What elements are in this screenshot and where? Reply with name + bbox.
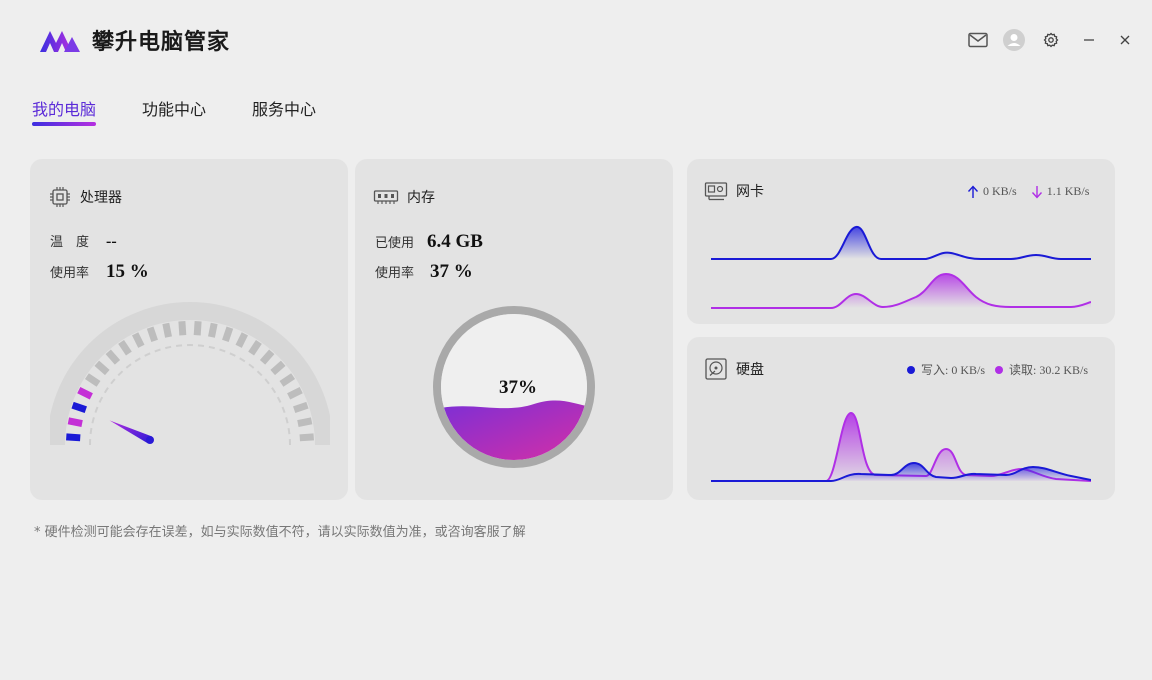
account-button[interactable]: [1002, 28, 1026, 52]
cpu-usage-gauge: [50, 302, 330, 446]
gauge-needle-hub: [146, 436, 154, 444]
gauge-tick: [162, 322, 172, 338]
gauge-tick: [105, 349, 121, 365]
upload-arrow-icon: [967, 184, 979, 198]
network-traffic-chart: [711, 226, 1091, 309]
hard-disk-icon: [705, 358, 727, 380]
avatar-icon: [1003, 29, 1025, 51]
cpu-temp-value: --: [106, 233, 117, 250]
gauge-needle: [109, 420, 152, 444]
gauge-tick: [248, 339, 262, 356]
gauge-tick: [287, 387, 303, 400]
cpu-icon: [50, 187, 70, 207]
gauge-tick: [279, 373, 296, 387]
memory-usage-gauge: 37%: [433, 306, 595, 468]
close-icon: [1120, 35, 1130, 45]
gauge-tick-active: [66, 433, 81, 442]
gauge-tick: [94, 360, 110, 376]
cpu-usage-label: 使用率: [50, 266, 90, 281]
network-title-label: 网卡: [736, 184, 764, 200]
memory-gauge-text: 37%: [499, 377, 537, 398]
mail-icon: [968, 32, 988, 48]
minimize-icon: [1084, 39, 1094, 41]
tab-service-center[interactable]: 服务中心: [252, 96, 316, 126]
network-card: 网卡 0 KB/s 1.1 KB/s: [687, 159, 1115, 324]
gauge-tick-active: [67, 417, 83, 427]
cpu-temp-row: 温 度 --: [50, 231, 117, 251]
memory-used-value: 6.4 GB: [427, 231, 483, 252]
cpu-title: 处理器: [48, 185, 122, 209]
cpu-usage-row: 使用率 15 %: [50, 261, 149, 283]
app-title: 攀升电脑管家: [92, 30, 231, 55]
memory-title: 内存: [373, 187, 435, 207]
cpu-temp-label: 温 度: [50, 235, 90, 250]
memory-usage-row: 使用率 37 %: [375, 261, 473, 283]
write-legend-dot: [907, 365, 915, 374]
gauge-tick: [84, 373, 101, 387]
gauge-tick-active: [77, 387, 93, 400]
disclaimer-note: * 硬件检测可能会存在误差，如与实际数值不符，请以实际数值为准，或咨询客服了解: [34, 525, 526, 540]
close-button[interactable]: [1113, 28, 1137, 52]
logo-icon: [40, 31, 80, 52]
disk-card: 硬盘 写入: 0 KB/s 读取: 30.2 KB/s: [687, 337, 1115, 500]
gauge-tick: [146, 326, 158, 342]
gauge-tick: [222, 326, 234, 342]
disk-title-label: 硬盘: [736, 362, 764, 378]
disk-write-value: 写入: 0 KB/s: [921, 363, 986, 377]
cpu-usage-value: 15 %: [106, 261, 149, 282]
gauge-tick: [118, 339, 132, 356]
download-arrow-icon: [1031, 185, 1042, 199]
disk-title: 硬盘: [704, 357, 764, 381]
gauge-tick: [293, 401, 309, 413]
disk-read-value: 读取: 30.2 KB/s: [1009, 363, 1089, 377]
gauge-tick: [235, 332, 248, 348]
gauge-tick: [208, 322, 218, 338]
gauge-tick: [299, 433, 314, 442]
network-speed-legend: 0 KB/s 1.1 KB/s: [967, 184, 1089, 199]
upload-speed-value: 0 KB/s: [983, 184, 1017, 198]
disk-read: 读取: 30.2 KB/s: [995, 361, 1088, 378]
download-speed: 1.1 KB/s: [1031, 184, 1090, 199]
disk-write: 写入: 0 KB/s: [907, 361, 985, 378]
disk-activity-chart: [711, 411, 1091, 482]
network-title: 网卡: [704, 181, 764, 201]
main-tabs: 我的电脑 功能中心 服务中心: [32, 96, 362, 126]
gauge-tick: [297, 417, 313, 427]
memory-usage-label: 使用率: [375, 266, 415, 281]
memory-gauge-fill: [441, 400, 587, 460]
upload-line: [711, 226, 1091, 260]
memory-used-label: 已使用: [375, 236, 415, 251]
network-card-icon: [704, 182, 728, 201]
gauge-tick: [193, 321, 202, 336]
read-legend-dot: [995, 365, 1004, 374]
memory-title-label: 内存: [407, 190, 435, 206]
app-logo: 攀升电脑管家: [38, 24, 230, 56]
gear-icon: [1043, 32, 1059, 48]
gauge-tick: [270, 360, 286, 376]
gauge-track: [50, 302, 330, 446]
tab-function-center[interactable]: 功能中心: [142, 96, 206, 126]
gauge-tick-active: [71, 401, 87, 413]
minimize-button[interactable]: [1077, 28, 1101, 52]
memory-card: 内存 已使用 6.4 GB 使用率 37 % 37%: [355, 159, 673, 500]
settings-button[interactable]: [1039, 28, 1063, 52]
write-area: [711, 463, 1091, 481]
memory-used-row: 已使用 6.4 GB: [375, 231, 483, 253]
memory-usage-value: 37 %: [430, 261, 473, 282]
cpu-title-label: 处理器: [80, 190, 122, 206]
upload-speed: 0 KB/s: [967, 184, 1017, 199]
gauge-tick: [178, 321, 187, 336]
tab-my-computer[interactable]: 我的电脑: [32, 96, 97, 126]
mail-button[interactable]: [966, 28, 990, 52]
gauge-tick: [259, 349, 275, 365]
cpu-card: 处理器 温 度 -- 使用率 15 %: [30, 159, 348, 500]
gauge-tick: [132, 332, 145, 348]
memory-icon: [373, 190, 399, 204]
download-speed-value: 1.1 KB/s: [1046, 184, 1090, 198]
disk-speed-legend: 写入: 0 KB/s 读取: 30.2 KB/s: [907, 361, 1088, 378]
download-line: [711, 272, 1091, 309]
